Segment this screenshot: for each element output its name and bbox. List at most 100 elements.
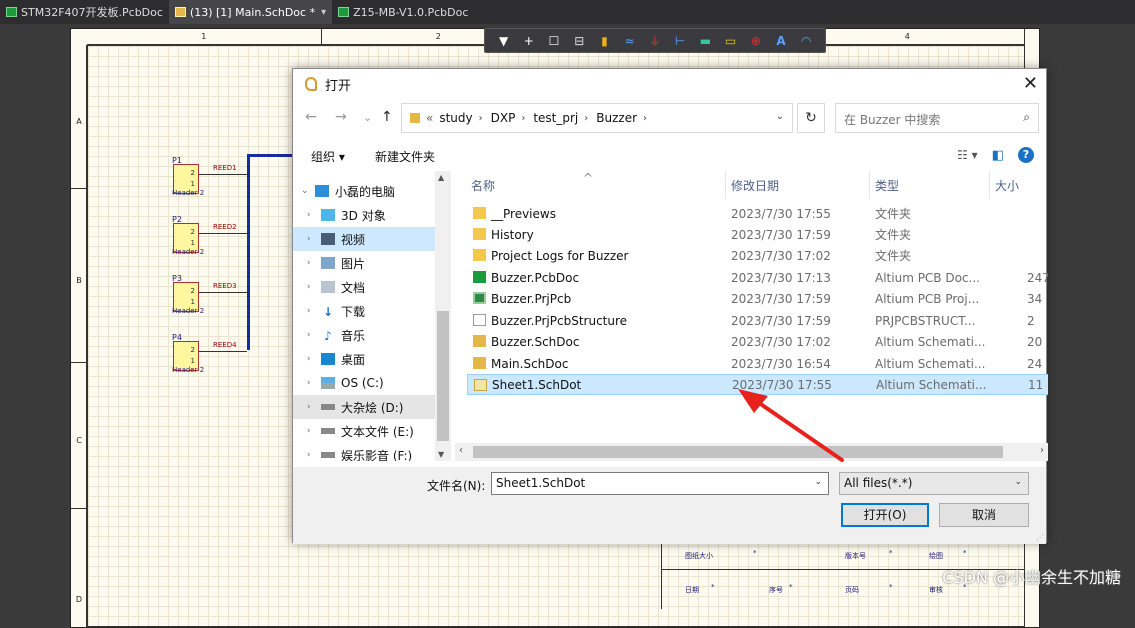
open-button[interactable]: 打开(O) [841,503,929,527]
file-row[interactable]: History 2023/7/30 17:59 文件夹 [467,224,1048,245]
chevron-down-icon[interactable]: ⌄ [814,477,822,487]
chevron-right-icon[interactable]: › [584,113,588,124]
chevron-right-icon[interactable]: › [307,210,321,220]
preview-pane-icon[interactable]: ◧ [992,148,1004,163]
chevron-right-icon[interactable]: › [307,354,321,364]
file-row[interactable]: __Previews 2023/7/30 17:55 文件夹 [467,203,1048,224]
place-text-icon[interactable]: A [773,34,789,48]
file-name: Project Logs for Buzzer [491,248,629,263]
tree-item-drive-d[interactable]: › 大杂烩 (D:) [293,395,435,419]
tree-item-this-pc[interactable]: ⌄ 小磊的电脑 [293,179,435,203]
place-wire-icon[interactable]: ≈ [622,34,638,48]
tree-item-desktop[interactable]: › 桌面 [293,347,435,371]
help-icon[interactable]: ? [1018,147,1034,163]
chevron-down-icon[interactable]: ⌄ [1014,477,1022,487]
organize-button[interactable]: 组织 ▾ [311,148,345,165]
tree-item-drive-e[interactable]: › 文本文件 (E:) [293,419,435,443]
breadcrumb-buzzer[interactable]: Buzzer [596,111,637,125]
address-history-chevron-icon[interactable]: ⌄ [776,111,784,122]
place-port-icon[interactable]: ▬ [697,34,713,48]
column-divider[interactable] [869,171,870,199]
place-ground-icon[interactable]: ⏚ [647,32,663,49]
chevron-right-icon[interactable]: › [307,330,321,340]
file-row-selected[interactable]: Sheet1.SchDot 2023/7/30 17:55 Altium Schem… [467,374,1048,395]
chevron-right-icon[interactable]: › [307,450,321,460]
file-row[interactable]: Project Logs for Buzzer 2023/7/30 17:02 文件… [467,245,1048,266]
file-row[interactable]: Buzzer.PrjPcbStructure 2023/7/30 17:59 PRJ… [467,310,1048,331]
file-date: 2023/7/30 17:59 [731,291,831,306]
breadcrumb-test-prj[interactable]: test_prj [533,111,578,125]
forward-arrow-icon[interactable]: → [335,109,347,125]
chevron-right-icon[interactable]: › [307,426,321,436]
column-header-type[interactable]: 类型 [875,171,899,199]
filter-icon[interactable]: ▼ [496,34,512,48]
place-arc-icon[interactable]: ◠ [798,34,814,48]
cancel-button[interactable]: 取消 [939,503,1029,527]
move-cross-icon[interactable]: + [521,34,537,48]
column-divider[interactable] [725,171,726,199]
chevron-right-icon[interactable]: › [307,282,321,292]
tree-item-3d-objects[interactable]: › 3D 对象 [293,203,435,227]
refresh-icon[interactable]: ↻ [797,103,825,133]
scroll-right-icon[interactable]: › [1040,445,1044,456]
chevron-right-icon[interactable]: › [643,113,647,124]
search-input[interactable]: 在 Buzzer 中搜索 ⌕ [835,103,1039,133]
dialog-title-bar[interactable]: 打开 [293,69,1046,99]
new-folder-button[interactable]: 新建文件夹 [375,148,435,165]
tab-z15-pcbdoc[interactable]: Z15-MB-V1.0.PcbDoc [332,0,474,24]
scroll-down-icon[interactable]: ▼ [438,450,444,459]
select-rectangle-icon[interactable]: ☐ [546,34,562,48]
view-mode-icon[interactable]: ☷ ▾ [957,148,978,162]
address-bar[interactable]: « study › DXP › test_prj › Buzzer › ⌄ [401,103,793,133]
scrollbar-thumb[interactable] [473,446,1003,458]
chevron-right-icon[interactable]: › [307,234,321,244]
place-part-icon[interactable]: ▮ [596,34,612,48]
chevron-right-icon[interactable]: › [307,258,321,268]
column-header-date[interactable]: 修改日期 [731,171,779,199]
tree-item-music[interactable]: › ♪ 音乐 [293,323,435,347]
file-list-horizontal-scrollbar[interactable]: ‹ › [455,443,1048,461]
back-arrow-icon[interactable]: ← [305,109,317,125]
tree-item-pictures[interactable]: › 图片 [293,251,435,275]
chevron-down-icon[interactable]: ⌄ [301,186,315,196]
scrollbar-thumb[interactable] [437,311,449,441]
breadcrumb-dxp[interactable]: DXP [491,111,516,125]
file-row[interactable]: Main.SchDoc 2023/7/30 16:54 Altium Schemat… [467,353,1048,374]
tree-item-documents[interactable]: › 文档 [293,275,435,299]
navigation-scrollbar[interactable]: ▲ ▼ [435,171,451,461]
filename-field[interactable]: Sheet1.SchDot ⌄ [491,472,829,495]
chevron-right-icon[interactable]: › [479,113,483,124]
column-header-size[interactable]: 大小 [995,171,1019,199]
resize-grip-icon[interactable]: ⋰ [1036,533,1044,542]
tab-main-schdoc[interactable]: (13) [1] Main.SchDoc * ▾ [168,0,333,24]
place-bus-icon[interactable]: ⊢ [672,34,688,48]
file-type-select[interactable]: All files(*.*) ⌄ [839,472,1029,495]
up-arrow-icon[interactable]: ↑ [381,109,393,125]
align-icon[interactable]: ⊟ [571,34,587,48]
column-header-name[interactable]: 名称 [471,171,495,199]
tree-item-drive-c[interactable]: › OS (C:) [293,371,435,395]
tab-stm32-pcbdoc[interactable]: STM32F407开发板.PcbDoc [0,0,169,24]
file-row[interactable]: Buzzer.PcbDoc 2023/7/30 17:13 Altium PCB D… [467,267,1048,288]
bus-line[interactable] [247,154,295,157]
place-power-icon[interactable]: ⊕ [748,34,764,48]
file-row[interactable]: Buzzer.SchDoc 2023/7/30 17:02 Altium Schem… [467,331,1048,352]
breadcrumb-overflow[interactable]: « [426,111,433,125]
chevron-right-icon[interactable]: › [307,378,321,388]
tree-item-downloads[interactable]: › ↓ 下载 [293,299,435,323]
file-row[interactable]: Buzzer.PrjPcb 2023/7/30 17:59 Altium PCB P… [467,288,1048,309]
tree-item-drive-f[interactable]: › 娱乐影音 (F:) [293,443,435,462]
recent-locations-chevron-icon[interactable]: ⌄ [363,111,372,124]
bus-line[interactable] [247,154,250,350]
column-divider[interactable] [989,171,990,199]
chevron-right-icon[interactable]: › [521,113,525,124]
tree-item-videos[interactable]: › 视频 [293,227,435,251]
tab-menu-chevron-icon[interactable]: ▾ [321,7,326,18]
breadcrumb-study[interactable]: study [439,111,472,125]
place-net-label-icon[interactable]: ▭ [723,34,739,48]
chevron-right-icon[interactable]: › [307,306,321,316]
chevron-right-icon[interactable]: › [307,402,321,412]
close-icon[interactable]: ✕ [1023,73,1038,94]
scroll-up-icon[interactable]: ▲ [438,173,444,182]
scroll-left-icon[interactable]: ‹ [459,445,463,456]
